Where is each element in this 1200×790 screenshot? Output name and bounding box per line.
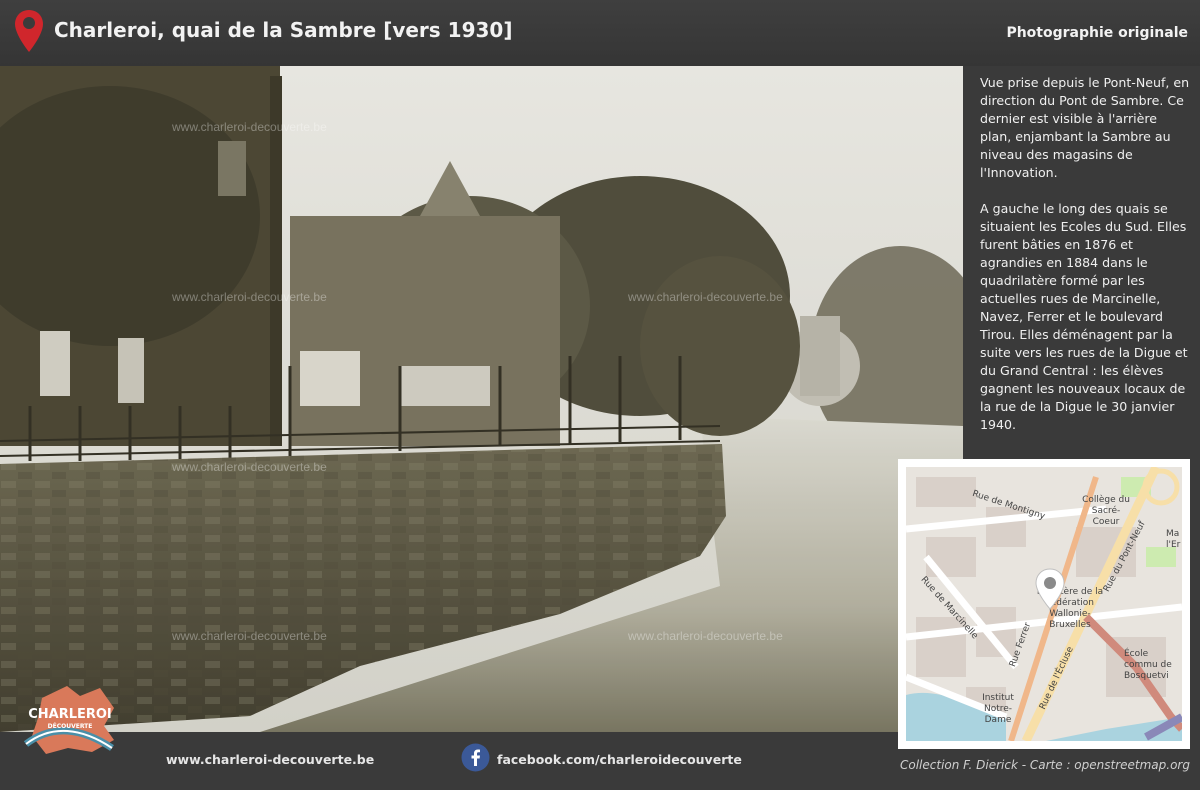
website-link[interactable]: www.charleroi-decouverte.be (166, 752, 374, 767)
watermark: www.charleroi-decouverte.be (172, 120, 327, 134)
description-paragraph: A gauche le long des quais se situaient … (980, 201, 1188, 432)
photo-credit: Collection F. Dierick - Carte : openstre… (900, 758, 1190, 772)
header-bar: Charleroi, quai de la Sambre [vers 1930]… (0, 0, 1200, 66)
page-title: Charleroi, quai de la Sambre [vers 1930] (54, 18, 513, 42)
description-paragraph: Vue prise depuis le Pont-Neuf, en direct… (980, 75, 1190, 180)
watermark: www.charleroi-decouverte.be (172, 460, 327, 474)
map-pin-icon (15, 10, 43, 52)
historic-photo: www.charleroi-decouverte.be www.charlero… (0, 66, 963, 732)
watermark: www.charleroi-decouverte.be (628, 629, 783, 643)
charleroi-decouverte-logo[interactable]: CHARLEROI DÉCOUVERTE (22, 678, 118, 758)
poi-label: Institut Notre-Dame (982, 693, 1014, 725)
facebook-link[interactable]: facebook.com/charleroidecouverte (497, 752, 742, 767)
watermark: www.charleroi-decouverte.be (628, 290, 783, 304)
logo-text: CHARLEROI (28, 707, 112, 722)
logo-subtext: DÉCOUVERTE (48, 722, 93, 730)
watermark: www.charleroi-decouverte.be (172, 629, 327, 643)
photo-description: Vue prise depuis le Pont-Neuf, en direct… (980, 74, 1192, 434)
watermark: www.charleroi-decouverte.be (172, 290, 327, 304)
photo-type-label: Photographie originale (1006, 25, 1188, 41)
facebook-icon[interactable] (461, 743, 490, 772)
poi-label: École commu de Bosquetvi (1124, 649, 1172, 681)
map-tiles[interactable]: Rue de Montigny Rue du Pont-Neuf Rue de … (906, 467, 1182, 741)
location-marker-icon[interactable] (1034, 567, 1066, 611)
poi-label: Collège du Sacré-Coeur (1082, 495, 1130, 527)
location-map[interactable]: Rue de Montigny Rue du Pont-Neuf Rue de … (898, 459, 1190, 749)
poi-label: Ma l'Er (1166, 529, 1181, 550)
